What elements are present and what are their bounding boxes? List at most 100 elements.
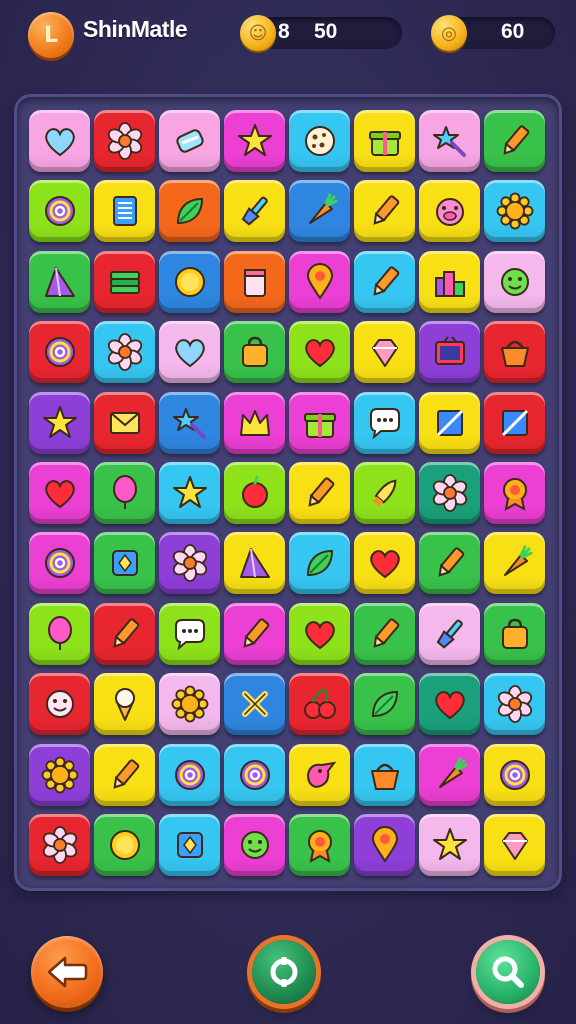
- tile-r11-c3[interactable]: [159, 813, 220, 876]
- tile-r4-c8[interactable]: [484, 321, 545, 384]
- tile-r5-c2[interactable]: [94, 391, 155, 454]
- heart-icon: [170, 332, 210, 372]
- tile-r5-c6[interactable]: [354, 391, 415, 454]
- crystal-icon: [40, 262, 80, 302]
- tile-r8-c3[interactable]: [159, 602, 220, 665]
- tile-r6-c7[interactable]: [419, 461, 480, 524]
- tile-r7-c8[interactable]: [484, 532, 545, 595]
- tile-r7-c4[interactable]: [224, 532, 285, 595]
- flower-icon: [170, 543, 210, 583]
- tile-r9-c8[interactable]: [484, 673, 545, 736]
- tile-r10-c4[interactable]: [224, 743, 285, 806]
- tile-r2-c1[interactable]: [29, 180, 90, 243]
- coin-icon: [170, 262, 210, 302]
- tile-r7-c3[interactable]: [159, 532, 220, 595]
- tile-r9-c7[interactable]: [419, 673, 480, 736]
- shuffle-button[interactable]: [252, 940, 316, 1004]
- tile-r9-c4[interactable]: [224, 673, 285, 736]
- tile-r4-c7[interactable]: [419, 321, 480, 384]
- tile-r4-c5[interactable]: [289, 321, 350, 384]
- tile-r1-c8[interactable]: [484, 110, 545, 172]
- tile-r10-c1[interactable]: [29, 743, 90, 806]
- tile-r6-c3[interactable]: [159, 461, 220, 524]
- cherry-icon: [300, 684, 340, 724]
- tile-r7-c1[interactable]: [29, 532, 90, 595]
- tile-r1-c5[interactable]: [289, 110, 350, 172]
- tile-r2-c7[interactable]: [419, 180, 480, 243]
- spiral-icon: [40, 332, 80, 372]
- tile-r6-c6[interactable]: [354, 461, 415, 524]
- tile-r10-c6[interactable]: [354, 743, 415, 806]
- tile-r1-c6[interactable]: [354, 110, 415, 172]
- tile-r2-c2[interactable]: [94, 180, 155, 243]
- tile-r1-c4[interactable]: [224, 110, 285, 172]
- tile-r1-c2[interactable]: [94, 110, 155, 172]
- tile-r8-c5[interactable]: [289, 602, 350, 665]
- tile-r4-c4[interactable]: [224, 321, 285, 384]
- tile-r9-c1[interactable]: [29, 673, 90, 736]
- tile-r8-c8[interactable]: [484, 602, 545, 665]
- tile-r5-c8[interactable]: [484, 391, 545, 454]
- tile-r2-c4[interactable]: [224, 180, 285, 243]
- tile-r7-c6[interactable]: [354, 532, 415, 595]
- tile-r8-c7[interactable]: [419, 602, 480, 665]
- tile-r6-c5[interactable]: [289, 461, 350, 524]
- tile-r4-c3[interactable]: [159, 321, 220, 384]
- tile-r3-c2[interactable]: [94, 250, 155, 313]
- tile-r2-c5[interactable]: [289, 180, 350, 243]
- tile-r1-c7[interactable]: [419, 110, 480, 172]
- tile-r2-c8[interactable]: [484, 180, 545, 243]
- tile-r5-c7[interactable]: [419, 391, 480, 454]
- tile-r9-c6[interactable]: [354, 673, 415, 736]
- tile-r3-c7[interactable]: [419, 250, 480, 313]
- tile-r1-c3[interactable]: [159, 110, 220, 172]
- tile-r3-c3[interactable]: [159, 250, 220, 313]
- tile-r7-c7[interactable]: [419, 532, 480, 595]
- tile-r8-c4[interactable]: [224, 602, 285, 665]
- tile-r5-c4[interactable]: [224, 391, 285, 454]
- tile-r5-c1[interactable]: [29, 391, 90, 454]
- tile-r2-c6[interactable]: [354, 180, 415, 243]
- tile-r7-c5[interactable]: [289, 532, 350, 595]
- tile-r10-c8[interactable]: [484, 743, 545, 806]
- tile-r3-c5[interactable]: [289, 250, 350, 313]
- tile-r11-c7[interactable]: [419, 813, 480, 876]
- tile-r6-c8[interactable]: [484, 461, 545, 524]
- tile-r11-c6[interactable]: [354, 813, 415, 876]
- tile-r10-c3[interactable]: [159, 743, 220, 806]
- tile-r4-c6[interactable]: [354, 321, 415, 384]
- tile-r10-c7[interactable]: [419, 743, 480, 806]
- tile-r3-c4[interactable]: [224, 250, 285, 313]
- tile-r4-c1[interactable]: [29, 321, 90, 384]
- tile-r11-c4[interactable]: [224, 813, 285, 876]
- tile-r6-c1[interactable]: [29, 461, 90, 524]
- moves-value: 8: [278, 20, 290, 43]
- tile-r11-c1[interactable]: [29, 813, 90, 876]
- tile-r6-c2[interactable]: [94, 461, 155, 524]
- tile-r9-c3[interactable]: [159, 673, 220, 736]
- leaf-icon: [300, 543, 340, 583]
- tile-r9-c2[interactable]: [94, 673, 155, 736]
- tile-r3-c6[interactable]: [354, 250, 415, 313]
- tile-r6-c4[interactable]: [224, 461, 285, 524]
- tile-r5-c5[interactable]: [289, 391, 350, 454]
- tile-r11-c2[interactable]: [94, 813, 155, 876]
- tile-r2-c3[interactable]: [159, 180, 220, 243]
- tile-r8-c6[interactable]: [354, 602, 415, 665]
- back-button[interactable]: [31, 936, 103, 1008]
- coin-icon: ☺: [240, 15, 276, 51]
- tile-r9-c5[interactable]: [289, 673, 350, 736]
- tile-r7-c2[interactable]: [94, 532, 155, 595]
- tile-r3-c8[interactable]: [484, 250, 545, 313]
- tile-r10-c2[interactable]: [94, 743, 155, 806]
- hint-search-button[interactable]: [476, 940, 540, 1004]
- tile-r5-c3[interactable]: [159, 391, 220, 454]
- tile-r8-c1[interactable]: [29, 602, 90, 665]
- tile-r10-c5[interactable]: [289, 743, 350, 806]
- tile-r3-c1[interactable]: [29, 250, 90, 313]
- tile-r11-c5[interactable]: [289, 813, 350, 876]
- tile-r4-c2[interactable]: [94, 321, 155, 384]
- tile-r11-c8[interactable]: [484, 813, 545, 876]
- tile-r8-c2[interactable]: [94, 602, 155, 665]
- tile-r1-c1[interactable]: [29, 110, 90, 172]
